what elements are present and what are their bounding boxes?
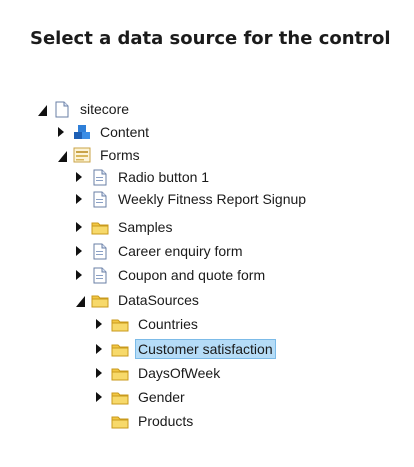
tree-node-label[interactable]: DaysOfWeek bbox=[135, 363, 223, 383]
tree-node-radio-button-1[interactable]: Radio button 1 bbox=[74, 166, 212, 188]
tree-node-label[interactable]: Content bbox=[97, 122, 152, 142]
form-icon bbox=[73, 146, 91, 164]
tree-node-content[interactable]: Content bbox=[56, 121, 152, 143]
collapse-arrow-icon[interactable] bbox=[56, 150, 67, 162]
content-cubes-icon bbox=[73, 123, 91, 141]
tree-node-gender[interactable]: Gender bbox=[94, 386, 188, 408]
tree-node-label[interactable]: sitecore bbox=[77, 99, 132, 119]
tree-node-datasources[interactable]: DataSources bbox=[74, 289, 202, 311]
tree-node-customer-satisfaction[interactable]: Customer satisfaction bbox=[94, 338, 276, 360]
expand-arrow-icon[interactable] bbox=[74, 222, 84, 232]
tree-node-label[interactable]: Coupon and quote form bbox=[115, 265, 268, 285]
expand-arrow-icon[interactable] bbox=[94, 344, 104, 354]
tree-node-daysofweek[interactable]: DaysOfWeek bbox=[94, 362, 223, 384]
tree-node-label[interactable]: Forms bbox=[97, 145, 143, 165]
page-icon bbox=[91, 190, 109, 208]
folder-icon bbox=[111, 315, 129, 333]
tree-node-forms[interactable]: Forms bbox=[56, 144, 143, 166]
folder-icon bbox=[91, 218, 109, 236]
folder-icon bbox=[111, 388, 129, 406]
expand-arrow-icon[interactable] bbox=[56, 127, 66, 137]
tree-node-label[interactable]: Countries bbox=[135, 314, 201, 334]
page-icon bbox=[91, 168, 109, 186]
collapse-arrow-icon[interactable] bbox=[36, 104, 47, 116]
expand-arrow-icon[interactable] bbox=[94, 368, 104, 378]
folder-icon bbox=[111, 340, 129, 358]
expand-arrow-icon[interactable] bbox=[94, 392, 104, 402]
tree-node-career-enquiry-form[interactable]: Career enquiry form bbox=[74, 240, 246, 262]
tree-node-label[interactable]: Samples bbox=[115, 217, 175, 237]
page-icon bbox=[91, 242, 109, 260]
tree-node-countries[interactable]: Countries bbox=[94, 313, 201, 335]
tree-node-label[interactable]: Products bbox=[135, 411, 196, 431]
expand-arrow-icon[interactable] bbox=[74, 172, 84, 182]
tree-node-label[interactable]: Career enquiry form bbox=[115, 241, 246, 261]
expand-arrow-icon[interactable] bbox=[74, 246, 84, 256]
expand-arrow-icon[interactable] bbox=[94, 319, 104, 329]
folder-icon bbox=[111, 364, 129, 382]
folder-icon bbox=[111, 412, 129, 430]
dialog-title: Select a data source for the control bbox=[30, 28, 391, 49]
tree-node-label[interactable]: Radio button 1 bbox=[115, 167, 212, 187]
folder-icon bbox=[91, 291, 109, 309]
tree-node-sitecore[interactable]: sitecore bbox=[36, 98, 132, 120]
tree-node-coupon-and-quote-form[interactable]: Coupon and quote form bbox=[74, 264, 268, 286]
no-toggle-spacer bbox=[94, 416, 104, 426]
page-icon bbox=[53, 100, 71, 118]
tree-node-label[interactable]: Weekly Fitness Report Signup bbox=[115, 189, 309, 209]
tree-node-label[interactable]: DataSources bbox=[115, 290, 202, 310]
tree-node-samples[interactable]: Samples bbox=[74, 216, 175, 238]
tree-node-products[interactable]: Products bbox=[94, 410, 196, 432]
page-icon bbox=[91, 266, 109, 284]
collapse-arrow-icon[interactable] bbox=[74, 295, 85, 307]
tree-node-weekly-fitness-report-signup[interactable]: Weekly Fitness Report Signup bbox=[74, 188, 309, 210]
tree-node-label-selected[interactable]: Customer satisfaction bbox=[135, 339, 276, 359]
tree-node-label[interactable]: Gender bbox=[135, 387, 188, 407]
expand-arrow-icon[interactable] bbox=[74, 270, 84, 280]
expand-arrow-icon[interactable] bbox=[74, 194, 84, 204]
